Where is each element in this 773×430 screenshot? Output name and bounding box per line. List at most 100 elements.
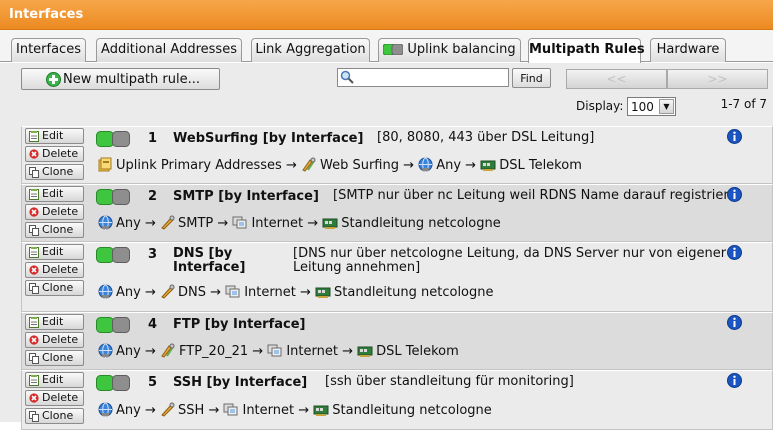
rule-actions: Edit Delete Clone xyxy=(25,128,85,182)
rule-list: Edit Delete Clone 1 WebSurfing [by Inter… xyxy=(21,126,773,430)
search-input[interactable] xyxy=(337,68,509,87)
rule-chain: Uplink Primary Addresses → Web Surfing →… xyxy=(98,157,582,173)
info-icon[interactable] xyxy=(727,373,742,392)
delete-label: Delete xyxy=(42,205,79,218)
rule-actions: Edit Delete Clone xyxy=(25,244,85,298)
clone-label: Clone xyxy=(42,409,74,422)
delete-button[interactable]: Delete xyxy=(25,390,84,406)
find-button[interactable]: Find xyxy=(512,68,551,88)
rule-interface[interactable]: DSL Telekom xyxy=(376,344,459,359)
service-icon xyxy=(160,284,178,300)
edit-button[interactable]: Edit xyxy=(25,314,84,330)
arrow: → xyxy=(403,158,415,173)
rule-interface[interactable]: Standleitung netcologne xyxy=(334,285,493,300)
rule-number: 5 xyxy=(148,375,158,390)
info-icon[interactable] xyxy=(727,315,742,334)
edit-label: Edit xyxy=(42,373,64,386)
rule-toggle[interactable] xyxy=(96,131,130,151)
rule-service[interactable]: FTP_20_21 xyxy=(179,344,248,359)
rule-source[interactable]: Any xyxy=(116,285,141,300)
new-rule-label: New multipath rule... xyxy=(63,71,200,87)
tab-uplink-balancing[interactable]: Uplink balancing xyxy=(378,38,521,62)
clone-button[interactable]: Clone xyxy=(25,222,84,238)
network-group-icon xyxy=(98,157,116,173)
globe-icon xyxy=(98,402,116,418)
tab-label: Interfaces xyxy=(16,42,81,57)
clone-button[interactable]: Clone xyxy=(25,350,84,366)
delete-button[interactable]: Delete xyxy=(25,332,84,348)
rule-destination[interactable]: Internet xyxy=(286,344,338,359)
rule-name: SSH [by Interface] xyxy=(173,375,308,390)
new-multipath-rule-button[interactable]: New multipath rule... xyxy=(21,68,220,90)
tab-label: Additional Addresses xyxy=(101,42,237,57)
edit-button[interactable]: Edit xyxy=(25,372,84,388)
rule-service[interactable]: Web Surfing xyxy=(320,158,399,173)
network-icon xyxy=(225,285,244,300)
delete-button[interactable]: Delete xyxy=(25,204,84,220)
prev-page-button[interactable]: << xyxy=(566,69,667,89)
result-count: 1-7 of 7 xyxy=(720,97,767,111)
delete-button[interactable]: Delete xyxy=(25,262,84,278)
rule-source[interactable]: Uplink Primary Addresses xyxy=(116,158,282,173)
arrow: → xyxy=(298,403,310,418)
delete-label: Delete xyxy=(42,263,79,276)
info-icon[interactable] xyxy=(727,129,742,148)
rule-chain: Any → SMTP → Internet → Standleitung net… xyxy=(98,215,501,231)
edit-button[interactable]: Edit xyxy=(25,186,84,202)
next-page-button[interactable]: >> xyxy=(667,69,768,89)
rule-interface[interactable]: Standleitung netcologne xyxy=(341,216,500,231)
arrow: → xyxy=(285,158,297,173)
rule-interface[interactable]: DSL Telekom xyxy=(499,158,582,173)
rule-service[interactable]: SMTP xyxy=(178,216,213,231)
pager: << >> xyxy=(566,69,768,89)
rule-number: 3 xyxy=(148,247,158,262)
display-select[interactable]: 100 ▼ xyxy=(627,97,676,116)
rule-name: WebSurfing [by Interface] xyxy=(173,131,364,146)
clone-label: Clone xyxy=(42,351,74,364)
rule-number: 2 xyxy=(148,189,158,204)
rule-destination[interactable]: Internet xyxy=(251,216,303,231)
rule-destination[interactable]: Internet xyxy=(244,285,296,300)
tab-link-aggregation[interactable]: Link Aggregation xyxy=(251,38,370,62)
rule-destination[interactable]: Internet xyxy=(242,403,294,418)
arrow: → xyxy=(208,403,220,418)
clone-button[interactable]: Clone xyxy=(25,164,84,180)
rule-source[interactable]: Any xyxy=(116,403,141,418)
rule-toggle[interactable] xyxy=(96,189,130,209)
rule-service[interactable]: SSH xyxy=(178,403,204,418)
rule-source[interactable]: Any xyxy=(116,216,141,231)
edit-button[interactable]: Edit xyxy=(25,244,84,260)
rule-actions: Edit Delete Clone xyxy=(25,372,85,426)
edit-label: Edit xyxy=(42,245,64,258)
rule-destination[interactable]: Any xyxy=(436,158,461,173)
rule-chain: Any → SSH → Internet → Standleitung netc… xyxy=(98,402,492,418)
interface-card-icon xyxy=(313,403,332,418)
rule-service[interactable]: DNS xyxy=(178,285,206,300)
arrow: → xyxy=(217,216,229,231)
tab-bar: Interfaces Additional Addresses Link Agg… xyxy=(0,30,773,63)
rule-chain: Any → DNS → Internet → Standleitung netc… xyxy=(98,284,494,300)
rule-toggle[interactable] xyxy=(96,317,130,337)
edit-button[interactable]: Edit xyxy=(25,128,84,144)
rule-description: [80, 8080, 443 über DSL Leitung] xyxy=(377,130,595,145)
rule-source[interactable]: Any xyxy=(116,344,141,359)
tab-hardware[interactable]: Hardware xyxy=(650,38,726,62)
tab-interfaces[interactable]: Interfaces xyxy=(11,38,86,62)
info-icon[interactable] xyxy=(727,245,742,264)
edit-label: Edit xyxy=(42,315,64,328)
service-icon xyxy=(160,215,178,231)
info-icon[interactable] xyxy=(727,187,742,206)
rule-row: Edit Delete Clone 4 FTP [by Interface] A… xyxy=(21,312,773,370)
rule-interface[interactable]: Standleitung netcologne xyxy=(332,403,491,418)
clone-button[interactable]: Clone xyxy=(25,280,84,296)
delete-button[interactable]: Delete xyxy=(25,146,84,162)
rule-toggle[interactable] xyxy=(96,247,130,267)
rules-panel: New multipath rule... Find << >> Display… xyxy=(0,63,773,430)
rule-toggle[interactable] xyxy=(96,375,130,395)
rule-number: 4 xyxy=(148,317,158,332)
service-group-icon xyxy=(160,343,179,359)
rule-chain: Any → FTP_20_21 → Internet → DSL Telekom xyxy=(98,343,459,359)
tab-label: Hardware xyxy=(656,42,720,57)
tab-additional-addresses[interactable]: Additional Addresses xyxy=(96,38,242,62)
tab-multipath-rules[interactable]: Multipath Rules xyxy=(528,38,645,63)
